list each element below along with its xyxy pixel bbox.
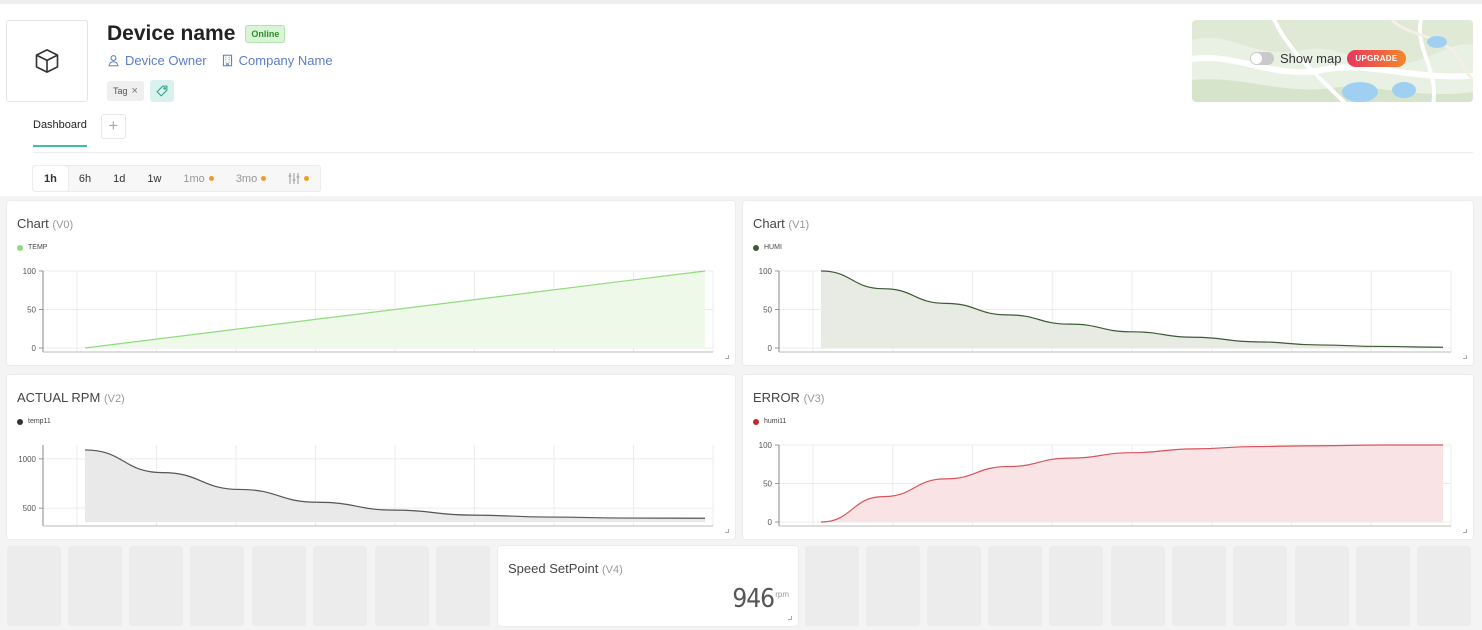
y-tick-label: 100 (759, 267, 773, 276)
empty-grid-cell (805, 546, 859, 626)
range-1h[interactable]: 1h (33, 166, 68, 191)
status-badge: Online (245, 25, 286, 43)
empty-grid-cell (988, 546, 1042, 626)
empty-grid-cell (7, 546, 61, 626)
speed-unit: rpm (775, 590, 789, 599)
show-map-label: Show map (1280, 51, 1342, 66)
value-widget: Speed SetPoint (V4) 946 rpm (498, 546, 798, 626)
empty-grid-cell (375, 546, 429, 626)
y-tick-label: 0 (768, 518, 773, 527)
empty-grid-cell (1417, 546, 1471, 626)
building-icon (222, 54, 232, 67)
device-image (6, 20, 88, 102)
remove-tag-icon[interactable]: × (132, 85, 138, 97)
range-1mo-label: 1mo (183, 172, 205, 185)
chart-plot: 0 50 100 (23, 267, 714, 353)
map-preview[interactable]: Show map UPGRADE (1192, 20, 1473, 102)
custom-range-button[interactable] (277, 166, 320, 191)
range-3mo-label: 3mo (235, 172, 258, 185)
company-label: Company Name (238, 53, 333, 68)
range-1d[interactable]: 1d (102, 166, 136, 191)
widget-pin: (V4) (601, 564, 623, 576)
tag-label: Tag (113, 86, 128, 96)
premium-dot-icon (261, 176, 267, 181)
y-tick-label: 50 (763, 306, 772, 315)
range-3mo[interactable]: 3mo (225, 166, 277, 191)
device-owner-link[interactable]: Device Owner (107, 53, 207, 68)
premium-dot-icon (304, 176, 310, 181)
y-tick-label: 1000 (18, 455, 36, 464)
y-tick-label: 100 (23, 267, 37, 276)
y-tick-label: 50 (27, 306, 36, 315)
user-icon (108, 55, 119, 67)
chart-plot: 500 1000 (18, 445, 714, 527)
empty-grid-cell (866, 546, 920, 626)
range-1mo[interactable]: 1mo (172, 166, 224, 191)
chart-widget: ERROR (V3) humi11 0 50 100 (743, 375, 1473, 539)
empty-grid-cell (1111, 546, 1165, 626)
sliders-icon (288, 173, 300, 184)
empty-grid-cell (313, 546, 367, 626)
premium-dot-icon (208, 176, 214, 181)
range-6h[interactable]: 6h (68, 166, 102, 191)
show-map-toggle[interactable] (1250, 52, 1274, 65)
empty-grid-cell (1049, 546, 1103, 626)
tabs-divider (33, 152, 1473, 153)
resize-handle[interactable] (1463, 529, 1467, 533)
resize-handle[interactable] (725, 355, 729, 359)
empty-grid-cell (1295, 546, 1349, 626)
device-name: Device name (107, 22, 236, 45)
resize-handle[interactable] (788, 616, 792, 620)
upgrade-button[interactable]: UPGRADE (1347, 50, 1406, 67)
empty-grid-cell (129, 546, 183, 626)
range-1w[interactable]: 1w (136, 166, 172, 191)
chart-widget: Chart (V1) HUMI 0 50 100 (743, 201, 1473, 365)
add-tab-button[interactable]: + (100, 113, 126, 139)
empty-grid-cell (1172, 546, 1226, 626)
chart-widget: Chart (V0) TEMP 0 50 100 (7, 201, 735, 365)
empty-grid-cell (68, 546, 122, 626)
device-owner-label: Device Owner (125, 53, 207, 68)
tag-icon (156, 85, 168, 97)
time-range-selector: 1h 6h 1d 1w 1mo 3mo (32, 165, 322, 192)
empty-grid-cell (436, 546, 490, 626)
empty-grid-cell (252, 546, 306, 626)
resize-handle[interactable] (725, 529, 729, 533)
chart-widget: ACTUAL RPM (V2) temp11 500 1000 (7, 375, 735, 539)
y-tick-label: 0 (32, 344, 37, 353)
add-tag-button[interactable] (149, 80, 174, 102)
chart-plot: 0 50 100 (759, 267, 1452, 353)
empty-grid-cell (1356, 546, 1410, 626)
cube-icon (35, 49, 59, 73)
resize-handle[interactable] (1463, 355, 1467, 359)
y-tick-label: 50 (763, 480, 772, 489)
widget-title-label: Speed SetPoint (508, 561, 599, 576)
empty-grid-cell (190, 546, 244, 626)
widget-title: Speed SetPoint (V4) (508, 561, 623, 576)
speed-value: 946 (732, 584, 775, 614)
y-tick-label: 0 (768, 344, 773, 353)
empty-grid-cell (927, 546, 981, 626)
tab-dashboard[interactable]: Dashboard (33, 119, 87, 147)
plus-icon: + (108, 116, 119, 135)
y-tick-label: 100 (759, 441, 773, 450)
tag-chip[interactable]: Tag × (107, 81, 144, 101)
empty-grid-cell (1233, 546, 1287, 626)
y-tick-label: 500 (23, 504, 37, 513)
chart-plot: 0 50 100 (759, 441, 1452, 527)
company-link[interactable]: Company Name (221, 53, 333, 68)
device-header: Device name Online Device Owner Company … (0, 0, 1482, 196)
